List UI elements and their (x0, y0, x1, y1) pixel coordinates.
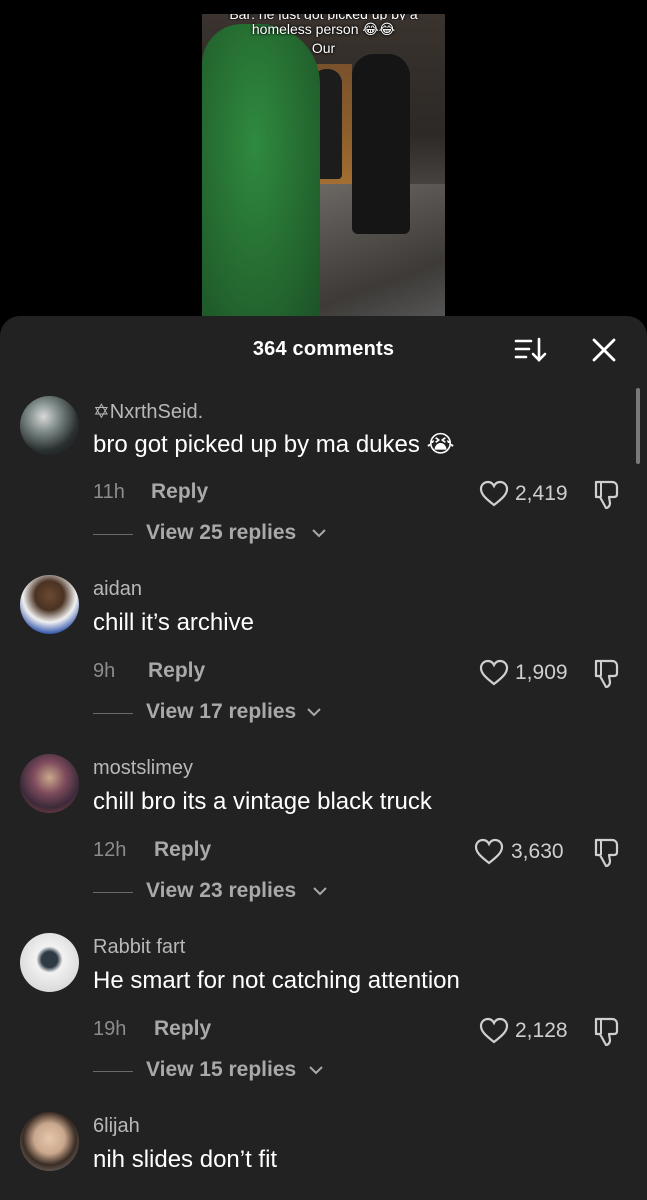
view-replies-button[interactable]: View 23 replies (146, 879, 296, 903)
thumbs-down-icon[interactable] (592, 836, 622, 868)
divider-line (93, 713, 133, 714)
thumbs-down-icon[interactable] (592, 478, 622, 510)
avatar[interactable] (20, 1112, 79, 1171)
chevron-down-icon (309, 1066, 323, 1075)
caption-line-3: Our (311, 40, 336, 56)
divider-line (93, 892, 133, 893)
thumbs-down-icon[interactable] (592, 1015, 622, 1047)
comment-timestamp: 19h (93, 1018, 127, 1040)
video-player[interactable]: Bar: he just got picked up by a homeless… (202, 14, 445, 316)
video-security-guard (352, 54, 410, 234)
reply-button[interactable]: Reply (154, 1017, 211, 1041)
chevron-down-icon (307, 708, 321, 717)
comment-timestamp: 11h (93, 481, 125, 503)
comment-item: aidan chill it’s archive 9h Reply 1,909 … (0, 575, 647, 754)
comment-timestamp: 9h (93, 660, 116, 682)
reply-button[interactable]: Reply (151, 480, 208, 504)
video-green-hoodie (202, 24, 320, 316)
heart-icon[interactable] (474, 838, 504, 866)
thumbs-down-icon[interactable] (592, 657, 622, 689)
comment-username[interactable]: mostslimey (93, 757, 193, 780)
view-replies-button[interactable]: View 25 replies (146, 521, 296, 545)
heart-icon[interactable] (479, 659, 509, 687)
comment-item: mostslimey chill bro its a vintage black… (0, 754, 647, 933)
comments-header: 364 comments (0, 316, 647, 382)
avatar[interactable] (20, 575, 79, 634)
reply-button[interactable]: Reply (154, 838, 211, 862)
avatar[interactable] (20, 396, 79, 455)
view-replies-button[interactable]: View 15 replies (146, 1058, 296, 1082)
caption-line-2: homeless person 😂😂 (251, 21, 396, 37)
reply-button[interactable]: Reply (148, 659, 205, 683)
comment-item: 6lijah nih slides don’t fit (0, 1112, 647, 1200)
comment-text: chill bro its a vintage black truck (93, 788, 432, 815)
heart-icon[interactable] (479, 480, 509, 508)
chevron-down-icon (312, 529, 326, 538)
comment-username[interactable]: Rabbit fart (93, 936, 185, 959)
comment-username[interactable]: ✡NxrthSeid. (93, 399, 203, 424)
chevron-down-icon (313, 887, 327, 896)
comment-timestamp: 12h (93, 839, 127, 861)
sort-icon[interactable] (513, 336, 549, 364)
comment-username[interactable]: 6lijah (93, 1115, 140, 1138)
comment-username[interactable]: aidan (93, 578, 142, 601)
comment-item: ✡NxrthSeid. bro got picked up by ma duke… (0, 396, 647, 575)
avatar[interactable] (20, 754, 79, 813)
view-replies-button[interactable]: View 17 replies (146, 700, 296, 724)
close-icon[interactable] (590, 336, 618, 364)
comment-text: nih slides don’t fit (93, 1146, 278, 1173)
comment-item: Rabbit fart He smart for not catching at… (0, 933, 647, 1112)
avatar[interactable] (20, 933, 79, 992)
like-count: 2,128 (515, 1019, 568, 1042)
like-count: 3,630 (511, 840, 564, 863)
comments-count-title: 364 comments (252, 338, 395, 360)
comment-text: He smart for not catching attention (93, 967, 460, 994)
divider-line (93, 1071, 133, 1072)
comment-text: chill it’s archive (93, 609, 254, 636)
video-caption: Bar: he just got picked up by a homeless… (202, 14, 445, 58)
comment-text: bro got picked up by ma dukes 😭 (93, 431, 455, 458)
like-count: 1,909 (515, 661, 568, 684)
like-count: 2,419 (515, 482, 568, 505)
divider-line (93, 534, 133, 535)
heart-icon[interactable] (479, 1017, 509, 1045)
